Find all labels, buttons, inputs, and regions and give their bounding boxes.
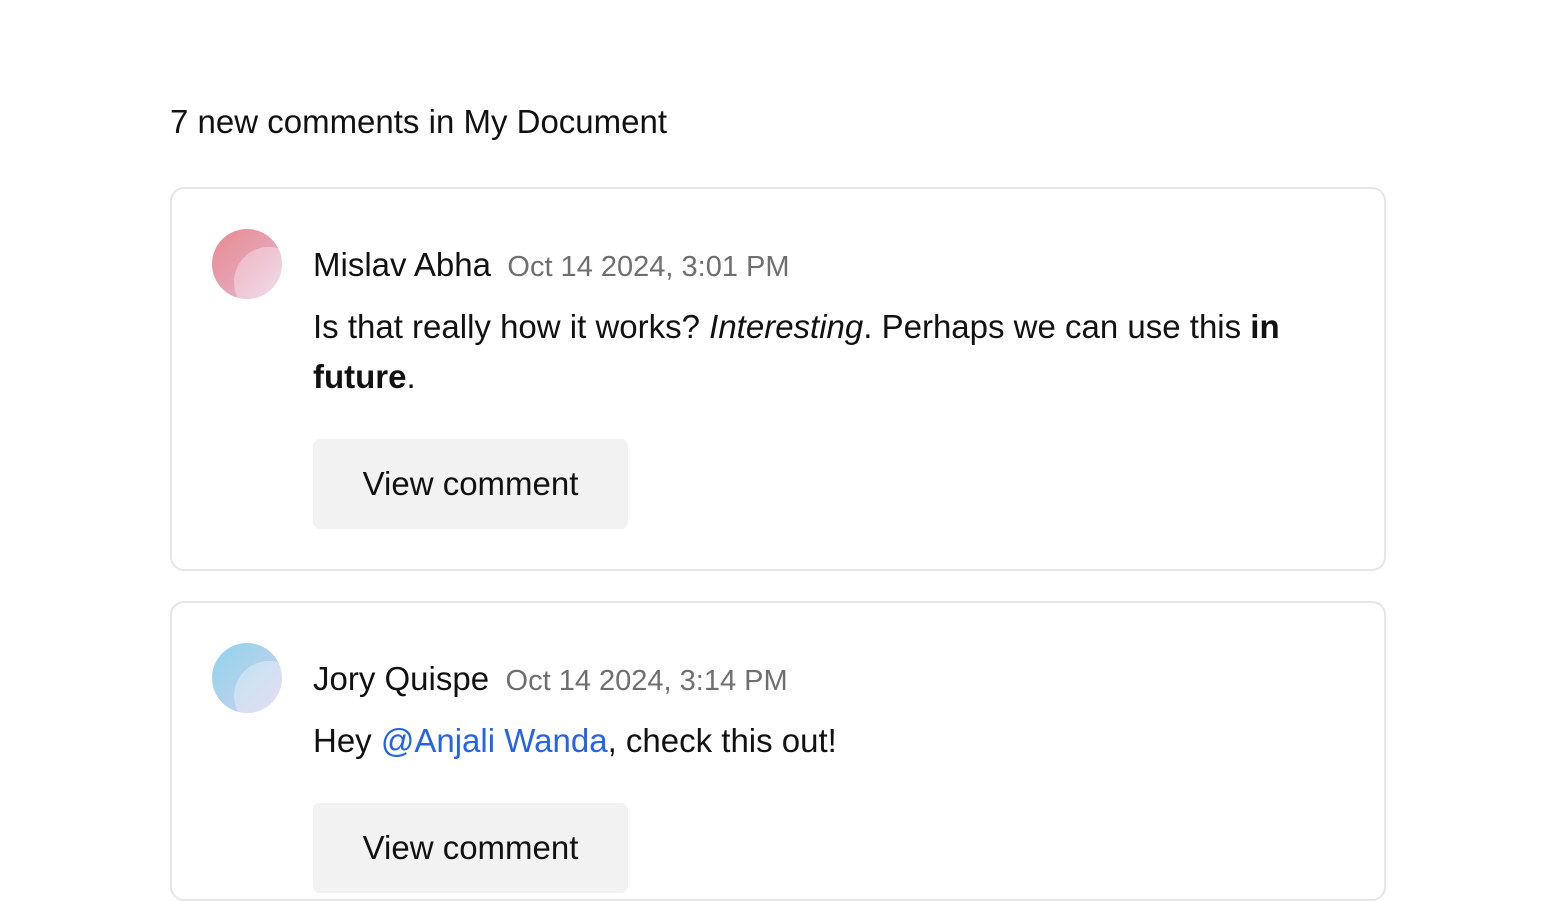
comment-card: Jory Quispe Oct 14 2024, 3:14 PM Hey @An…	[170, 601, 1386, 901]
avatar-highlight	[234, 661, 282, 713]
comment-author: Jory Quispe	[313, 660, 490, 697]
comment-text: . Perhaps we can use this	[863, 308, 1251, 345]
comment-text: Hey	[313, 722, 381, 759]
comment-text: Is that really how it works?	[313, 308, 710, 345]
view-comment-button[interactable]: View comment	[313, 439, 628, 529]
comment-author: Mislav Abha	[313, 246, 491, 283]
avatar	[212, 229, 282, 299]
comment-text: , check this out!	[607, 722, 837, 759]
email-heading: 7 new comments in My Document	[170, 100, 667, 144]
user-mention-link[interactable]: @Anjali Wanda	[381, 722, 608, 759]
document-name: My Document	[463, 103, 668, 140]
new-comments-count: 7 new comments	[170, 103, 420, 140]
comment-body: Is that really how it works? Interesting…	[313, 302, 1293, 402]
comment-body: Hey @Anjali Wanda, check this out!	[313, 716, 1293, 766]
comment-timestamp: Oct 14 2024, 3:14 PM	[505, 665, 788, 697]
view-comment-button[interactable]: View comment	[313, 803, 628, 893]
comment-card: Mislav Abha Oct 14 2024, 3:01 PM Is that…	[170, 187, 1386, 571]
comment-timestamp: Oct 14 2024, 3:01 PM	[507, 251, 790, 283]
comment-italic-text: Interesting	[709, 308, 864, 345]
avatar-highlight	[234, 247, 282, 299]
comment-text: .	[406, 358, 416, 395]
avatar	[212, 643, 282, 713]
comment-meta: Jory Quispe Oct 14 2024, 3:14 PM	[313, 657, 788, 708]
comment-meta: Mislav Abha Oct 14 2024, 3:01 PM	[313, 243, 790, 294]
heading-connector: in	[428, 103, 455, 140]
